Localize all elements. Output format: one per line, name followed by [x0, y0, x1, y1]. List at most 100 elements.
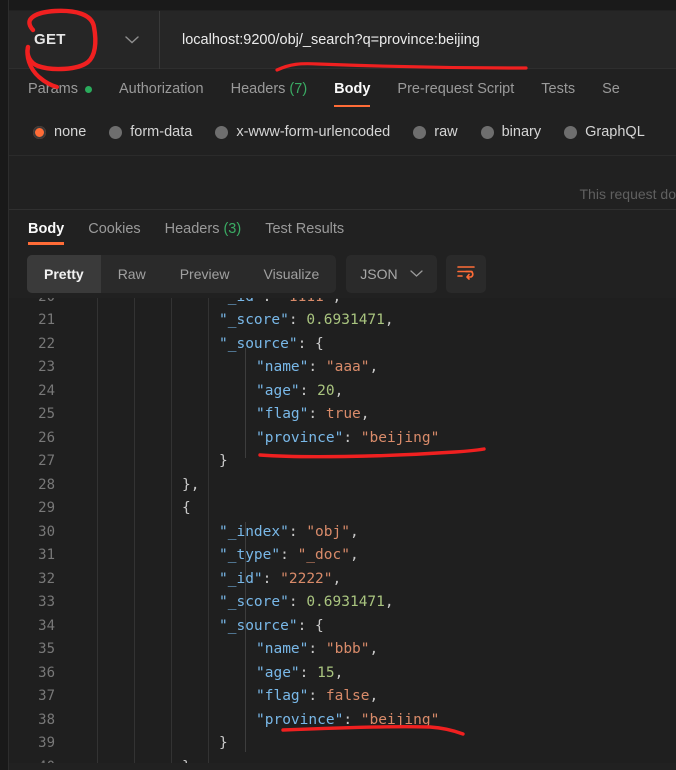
code-token: "flag"	[256, 406, 309, 423]
code-line-text: "_type": "_doc",	[61, 547, 359, 563]
code-token: :	[299, 382, 318, 399]
code-token: ,	[384, 312, 394, 329]
code-token: ,	[333, 298, 342, 305]
code-line-text: "age": 20,	[61, 383, 343, 399]
body-type-form-data[interactable]: form-data	[109, 124, 192, 140]
line-number: 35	[38, 641, 55, 658]
code-line-text: "province": "beijing"	[61, 712, 439, 728]
response-tab-cookies[interactable]: Cookies	[88, 210, 140, 248]
code-token: "_source"	[219, 335, 298, 352]
radio-raw-icon	[413, 125, 427, 139]
code-line: 37 "flag": false,	[9, 685, 676, 709]
body-type-urlencoded-label: x-www-form-urlencoded	[236, 124, 391, 140]
code-line: 23 "name": "aaa",	[9, 356, 676, 380]
code-token: ,	[349, 523, 359, 540]
chevron-down-icon	[409, 270, 423, 278]
code-line-text: }	[61, 735, 228, 751]
wrap-lines-button[interactable]	[445, 255, 486, 293]
body-type-graphql-label: GraphQL	[585, 124, 645, 140]
http-method-label: GET	[34, 31, 66, 48]
code-token: "name"	[256, 359, 309, 376]
code-line: 33 "_score": 0.6931471,	[9, 591, 676, 615]
line-number: 24	[38, 382, 55, 399]
chevron-down-icon[interactable]	[125, 35, 139, 44]
format-raw-button[interactable]: Raw	[101, 255, 163, 293]
code-token: true	[325, 406, 361, 423]
tab-headers[interactable]: Headers (7)	[231, 69, 308, 109]
format-visualize-button[interactable]: Visualize	[247, 255, 337, 293]
response-body-code-viewer[interactable]: 20"_id": "1111",21"_score": 0.6931471,22…	[9, 298, 676, 763]
code-token: "aaa"	[325, 359, 370, 376]
response-language-select[interactable]: JSON	[346, 255, 437, 293]
body-type-raw[interactable]: raw	[413, 124, 458, 140]
code-token: "flag"	[256, 688, 309, 705]
code-token: 20	[317, 382, 335, 399]
body-type-urlencoded[interactable]: x-www-form-urlencoded	[215, 124, 390, 140]
code-token: "province"	[256, 429, 344, 446]
code-line: 22 "_source": {	[9, 332, 676, 356]
code-line: 36 "age": 15,	[9, 661, 676, 685]
tab-headers-label: Headers	[230, 81, 286, 97]
code-token: :	[288, 312, 307, 329]
response-tab-headers[interactable]: Headers (3)	[165, 210, 242, 248]
code-line-text: }	[61, 759, 191, 763]
code-token: "_type"	[219, 547, 281, 564]
line-number: 37	[38, 688, 55, 705]
body-type-none[interactable]: none	[33, 124, 86, 140]
code-line: 26 "province": "beijing"	[9, 426, 676, 450]
request-url-input[interactable]: localhost:9200/obj/_search?q=province:be…	[182, 32, 480, 48]
code-token: false	[325, 688, 370, 705]
tab-params[interactable]: Params	[28, 69, 92, 109]
code-line-text: "_source": {	[61, 336, 324, 352]
format-pretty-button[interactable]: Pretty	[27, 255, 101, 293]
tab-body[interactable]: Body	[334, 69, 371, 109]
code-token: :	[343, 429, 361, 446]
tab-tests[interactable]: Tests	[541, 69, 575, 109]
line-number: 33	[38, 594, 55, 611]
response-format-bar: Pretty Raw Preview Visualize JSON	[27, 255, 486, 293]
code-line: 40}	[9, 755, 676, 763]
code-token: "_index"	[219, 523, 289, 540]
code-line: 21 "_score": 0.6931471,	[9, 309, 676, 333]
code-token: "age"	[256, 382, 300, 399]
code-token: "_source"	[219, 617, 298, 634]
code-token: }	[219, 735, 228, 752]
response-language-label: JSON	[360, 266, 398, 282]
format-preview-button[interactable]: Preview	[163, 255, 247, 293]
code-token: "_id"	[219, 298, 263, 305]
http-method-selector[interactable]: GET	[9, 10, 160, 69]
left-sidebar-rail[interactable]	[0, 0, 9, 770]
tab-pre-request-script[interactable]: Pre-request Script	[397, 69, 514, 109]
body-type-form-data-label: form-data	[130, 124, 193, 140]
line-number: 32	[38, 570, 55, 587]
code-line-text: "_index": "obj",	[61, 524, 359, 540]
code-token: },	[182, 476, 200, 493]
code-line: 30 "_index": "obj",	[9, 520, 676, 544]
code-token: :	[280, 547, 298, 564]
code-token: ,	[369, 688, 379, 705]
tab-settings[interactable]: Se	[602, 69, 620, 109]
response-tab-test-results[interactable]: Test Results	[265, 210, 344, 248]
body-type-graphql[interactable]: GraphQL	[564, 124, 645, 140]
tab-authorization[interactable]: Authorization	[119, 69, 204, 109]
response-format-segmented: Pretty Raw Preview Visualize	[27, 255, 337, 293]
code-line: 39}	[9, 732, 676, 756]
code-token: ,	[332, 570, 342, 587]
radio-binary-icon	[480, 125, 494, 139]
code-token: :	[263, 298, 280, 305]
window-top-strip	[0, 0, 676, 10]
code-token: ,	[349, 547, 359, 564]
body-type-binary[interactable]: binary	[480, 124, 541, 140]
code-token: "beijing"	[360, 711, 440, 728]
code-token: ,	[334, 664, 344, 681]
response-tab-headers-label: Headers	[164, 221, 220, 237]
line-number: 28	[38, 476, 55, 493]
code-token: :	[297, 617, 316, 634]
response-tab-body[interactable]: Body	[28, 210, 65, 248]
tab-params-label: Params	[28, 81, 78, 97]
code-line-text: },	[61, 477, 199, 493]
code-line-text: "flag": true,	[61, 406, 370, 422]
code-token: {	[315, 335, 324, 352]
code-token: 15	[317, 664, 335, 681]
code-token: }	[182, 759, 191, 763]
